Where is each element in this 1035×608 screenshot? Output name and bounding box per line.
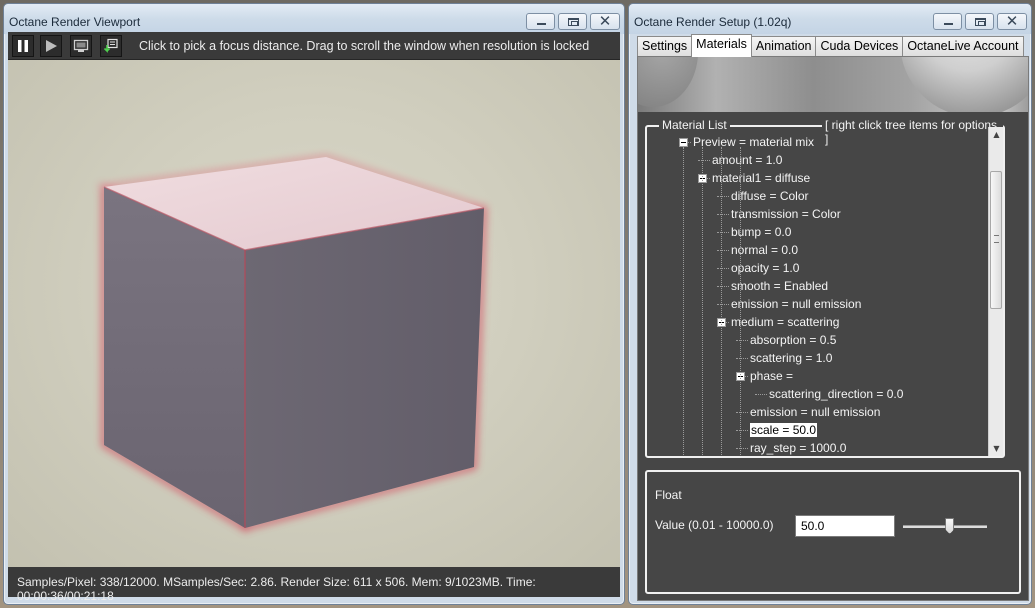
cube-side-face <box>245 208 484 528</box>
tree-item-label: medium = scattering <box>731 315 840 329</box>
rendered-cube-image <box>96 154 487 533</box>
value-slider-track[interactable] <box>903 525 987 528</box>
tab-materials[interactable]: Materials <box>691 34 752 57</box>
scroll-up-arrow-icon[interactable]: ▲ <box>989 127 1004 142</box>
material-tree[interactable]: Preview = material mix amount = 1.0 materi… <box>647 127 993 456</box>
monitor-button[interactable] <box>70 35 92 57</box>
tree-item-label: scattering_direction = 0.0 <box>769 387 904 401</box>
value-label: Value (0.01 - 10000.0) <box>655 518 774 532</box>
close-icon: ✕ <box>1005 12 1019 30</box>
tree-item[interactable]: transmission = Color <box>731 205 841 223</box>
tab-animation[interactable]: Animation <box>750 36 817 56</box>
pause-button[interactable] <box>12 35 34 57</box>
tree-item[interactable]: emission = null emission <box>750 403 880 421</box>
tree-item-label: transmission = Color <box>731 207 841 221</box>
export-icon <box>103 38 118 53</box>
maximize-icon <box>568 18 579 26</box>
tree-item-label: phase = <box>750 369 794 383</box>
tree-item[interactable]: normal = 0.0 <box>731 241 798 259</box>
setup-window: Octane Render Setup (1.02q) ✕ Settings M… <box>628 3 1032 605</box>
setup-titlebar[interactable]: Octane Render Setup (1.02q) ✕ <box>629 4 1031 34</box>
tree-item[interactable]: emission = null emission <box>731 295 861 313</box>
tree-item-label: amount = 1.0 <box>712 153 783 167</box>
viewport-title: Octane Render Viewport <box>9 15 141 29</box>
tree-item-label: emission = null emission <box>750 405 881 419</box>
viewport-titlebar[interactable]: Octane Render Viewport ✕ <box>4 4 624 34</box>
value-input[interactable]: 50.0 <box>795 515 895 537</box>
tree-item-label: smooth = Enabled <box>731 279 829 293</box>
toolbar-hint: Click to pick a focus distance. Drag to … <box>139 39 590 53</box>
viewport-window: Octane Render Viewport ✕ Click to pick a… <box>3 3 625 605</box>
tree-item-label: diffuse = Color <box>731 189 809 203</box>
tree-item-label: scale = 50.0 <box>750 423 818 437</box>
monitor-icon <box>73 39 89 52</box>
collapse-icon[interactable] <box>679 138 688 147</box>
tree-item[interactable]: scattering_direction = 0.0 <box>769 385 903 403</box>
tree-item-label: material1 = diffuse <box>712 171 811 185</box>
tree-item[interactable]: diffuse = Color <box>731 187 809 205</box>
close-icon: ✕ <box>598 12 612 30</box>
pause-icon <box>18 40 28 52</box>
render-statusbar: Samples/Pixel: 338/12000. MSamples/Sec: … <box>8 567 620 603</box>
minimize-icon <box>944 23 953 25</box>
tree-item-label: scattering = 1.0 <box>750 351 833 365</box>
minimize-button[interactable] <box>526 13 555 30</box>
float-panel: Float Value (0.01 - 10000.0) 50.0 <box>645 470 1021 594</box>
tree-item-label: absorption = 0.5 <box>750 333 837 347</box>
tree-item[interactable]: scale = 50.0 <box>750 421 818 439</box>
tree-item[interactable]: scattering = 1.0 <box>750 349 832 367</box>
tab-settings[interactable]: Settings <box>637 36 693 56</box>
tree-item[interactable]: phase = <box>750 367 793 385</box>
tree-item-label: ray_step = 1000.0 <box>750 441 847 455</box>
tab-cuda-devices[interactable]: Cuda Devices <box>815 36 904 56</box>
tree-item[interactable]: medium = scattering <box>731 313 839 331</box>
render-status: Samples/Pixel: 338/12000. MSamples/Sec: … <box>17 575 536 603</box>
play-icon <box>46 40 57 52</box>
setup-tabs: Settings Materials Animation Cuda Device… <box>637 34 1024 57</box>
material-list-group: Material List [ right click tree items f… <box>645 118 1005 458</box>
scroll-down-arrow-icon[interactable]: ▼ <box>989 441 1004 456</box>
close-button[interactable]: ✕ <box>997 12 1027 30</box>
maximize-icon <box>975 18 986 26</box>
maximize-button[interactable] <box>558 13 587 30</box>
float-title: Float <box>655 488 682 502</box>
value-slider-thumb[interactable] <box>945 518 955 534</box>
tree-item[interactable]: amount = 1.0 <box>712 151 782 169</box>
maximize-button[interactable] <box>965 13 994 30</box>
material-tree-scrollbar[interactable]: ▲ ▼ <box>988 127 1003 456</box>
tree-item[interactable]: material1 = diffuse <box>712 169 810 187</box>
tree-item-label: opacity = 1.0 <box>731 261 800 275</box>
tab-octanelive-account[interactable]: OctaneLive Account <box>902 36 1024 56</box>
tree-item[interactable]: absorption = 0.5 <box>750 331 836 349</box>
minimize-button[interactable] <box>933 13 962 30</box>
tree-item-label: emission = null emission <box>731 297 862 311</box>
tree-item[interactable]: smooth = Enabled <box>731 277 828 295</box>
tree-item[interactable]: opacity = 1.0 <box>731 259 799 277</box>
viewport-toolbar: Click to pick a focus distance. Drag to … <box>8 32 620 60</box>
minimize-icon <box>537 23 546 25</box>
tree-item-label: normal = 0.0 <box>731 243 799 257</box>
close-button[interactable]: ✕ <box>590 12 620 30</box>
setup-title: Octane Render Setup (1.02q) <box>634 15 792 29</box>
play-button[interactable] <box>40 35 62 57</box>
export-button[interactable] <box>100 35 122 57</box>
tree-item-label: Preview = material mix <box>693 135 815 149</box>
render-canvas[interactable] <box>8 60 620 567</box>
materials-panel: Material List [ right click tree items f… <box>637 56 1029 601</box>
scroll-thumb[interactable] <box>990 171 1002 309</box>
tree-item[interactable]: ray_step = 1000.0 <box>750 439 846 456</box>
tree-item[interactable]: Preview = material mix <box>693 133 814 151</box>
material-preview-image <box>638 57 1028 112</box>
